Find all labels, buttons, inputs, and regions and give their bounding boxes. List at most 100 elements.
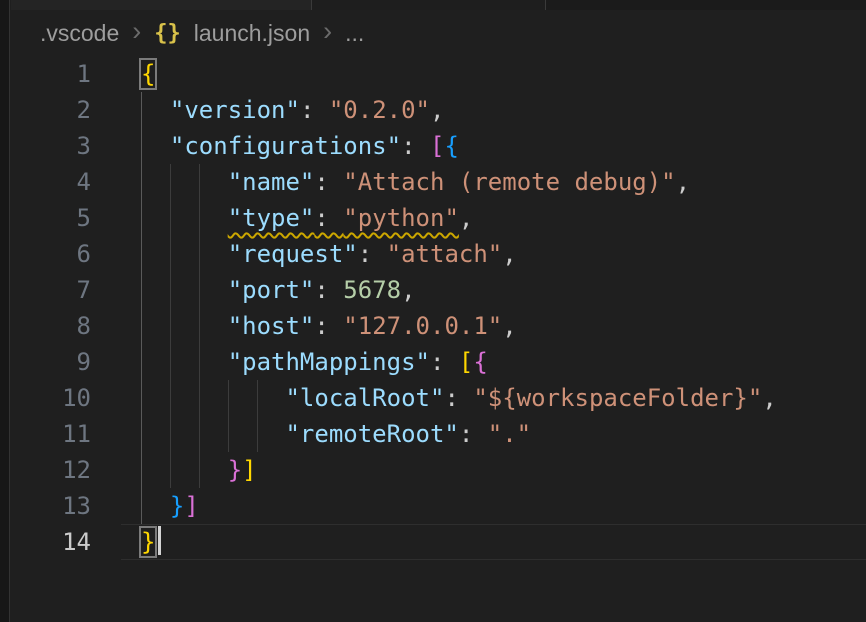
line-number[interactable]: 14 — [0, 524, 121, 560]
token-str: "python" — [343, 204, 459, 232]
tab-inactive[interactable] — [312, 0, 546, 10]
code-line: 8 "host": "127.0.0.1", — [0, 308, 866, 344]
code-line: 6"request": "attach", — [0, 236, 866, 272]
active-indent-guide — [141, 92, 142, 128]
code-text: { — [141, 60, 155, 88]
code-editor[interactable]: 1{2"version": "0.2.0",3"configurations":… — [0, 56, 866, 560]
indent-guide — [170, 308, 171, 344]
tab-active[interactable] — [11, 0, 312, 10]
token-b2: { — [473, 348, 487, 376]
code-line: 1{ — [0, 56, 866, 92]
line-number[interactable]: 10 — [0, 380, 121, 416]
breadcrumb: .vscode › {} launch.json › ... — [11, 10, 866, 56]
token-key: "port" — [228, 276, 315, 304]
active-indent-guide — [141, 452, 142, 488]
code-text: "pathMappings": [{ — [141, 348, 488, 376]
active-indent-guide — [141, 488, 142, 524]
indent-guide — [228, 380, 229, 416]
code-line-content[interactable]: "host": "127.0.0.1", — [121, 308, 866, 344]
bracket-match-highlight: { — [141, 60, 155, 88]
active-indent-guide — [141, 236, 142, 272]
code-line-content[interactable]: "request": "attach", — [121, 236, 866, 272]
code-line-content[interactable]: } — [121, 524, 866, 560]
active-indent-guide — [141, 200, 142, 236]
breadcrumb-item-file[interactable]: launch.json — [194, 20, 310, 47]
line-number[interactable]: 6 — [0, 236, 121, 272]
line-number[interactable]: 3 — [0, 128, 121, 164]
indent-guide — [257, 416, 258, 452]
token-str: "attach" — [387, 240, 503, 268]
indent-guide — [199, 344, 200, 380]
line-number[interactable]: 13 — [0, 488, 121, 524]
active-indent-guide — [141, 416, 142, 452]
code-line-content[interactable]: "version": "0.2.0", — [121, 92, 866, 128]
line-number[interactable]: 5 — [0, 200, 121, 236]
code-line-content[interactable]: }] — [121, 452, 866, 488]
token-pun: , — [502, 240, 516, 268]
line-number[interactable]: 4 — [0, 164, 121, 200]
line-number[interactable]: 7 — [0, 272, 121, 308]
token-b1: [ — [459, 348, 473, 376]
line-number[interactable]: 8 — [0, 308, 121, 344]
breadcrumb-item-symbol[interactable]: ... — [345, 20, 364, 47]
code-line: 3"configurations": [{ — [0, 128, 866, 164]
token-num: 5678 — [343, 276, 401, 304]
code-line-content[interactable]: "name": "Attach (remote debug)", — [121, 164, 866, 200]
token-pun: , — [676, 168, 690, 196]
token-pun: : — [459, 420, 488, 448]
indent-guide — [199, 164, 200, 200]
token-b3: { — [444, 132, 458, 160]
active-indent-guide — [141, 344, 142, 380]
active-indent-guide — [141, 308, 142, 344]
line-number[interactable]: 1 — [0, 56, 121, 92]
chevron-right-icon: › — [132, 18, 141, 49]
chevron-right-icon: › — [323, 18, 332, 49]
token-str: "0.2.0" — [329, 96, 430, 124]
line-number[interactable]: 12 — [0, 452, 121, 488]
token-b2: ] — [184, 492, 198, 520]
code-line: 5 "type": "python", — [0, 200, 866, 236]
indent-guide — [170, 452, 171, 488]
indent-guide — [170, 272, 171, 308]
code-line: 12}] — [0, 452, 866, 488]
code-line-content[interactable]: }] — [121, 488, 866, 524]
bracket-match-highlight: } — [141, 528, 155, 556]
token-key: "host" — [228, 312, 315, 340]
token-b2: [ — [430, 132, 444, 160]
code-text: "name": "Attach (remote debug)", — [141, 168, 690, 196]
json-file-icon: {} — [154, 21, 181, 46]
indent-guide — [170, 344, 171, 380]
line-number[interactable]: 11 — [0, 416, 121, 452]
code-text: }] — [141, 492, 199, 520]
code-text: "host": "127.0.0.1", — [141, 312, 517, 340]
line-number[interactable]: 9 — [0, 344, 121, 380]
indent-guide — [199, 236, 200, 272]
token-key: "version" — [170, 96, 300, 124]
code-line-content[interactable]: "pathMappings": [{ — [121, 344, 866, 380]
line-number[interactable]: 2 — [0, 92, 121, 128]
code-line-content[interactable]: "localRoot": "${workspaceFolder}", — [121, 380, 866, 416]
token-key: "remoteRoot" — [285, 420, 458, 448]
code-line-content[interactable]: "configurations": [{ — [121, 128, 866, 164]
code-line-content[interactable]: "port": 5678, — [121, 272, 866, 308]
token-str: "127.0.0.1" — [343, 312, 502, 340]
indent-guide — [170, 380, 171, 416]
tab-bar-empty-space — [546, 0, 866, 10]
code-line: 2"version": "0.2.0", — [0, 92, 866, 128]
token-pun: : — [430, 348, 459, 376]
breadcrumb-item-folder[interactable]: .vscode — [40, 20, 119, 47]
code-text: "type": "python", — [141, 204, 473, 232]
indent-guide — [170, 416, 171, 452]
code-line: 13}] — [0, 488, 866, 524]
token-pun: , — [401, 276, 415, 304]
token-b1: ] — [242, 456, 256, 484]
code-line-content[interactable]: "type": "python", — [121, 200, 866, 236]
code-line: 10"localRoot": "${workspaceFolder}", — [0, 380, 866, 416]
code-line-content[interactable]: "remoteRoot": "." — [121, 416, 866, 452]
code-line: 7"port": 5678, — [0, 272, 866, 308]
code-line-content[interactable]: { — [121, 56, 866, 92]
tab-bar — [11, 0, 866, 10]
indent-guide — [199, 308, 200, 344]
token-key: "type" — [228, 204, 315, 232]
indent-guide — [199, 380, 200, 416]
